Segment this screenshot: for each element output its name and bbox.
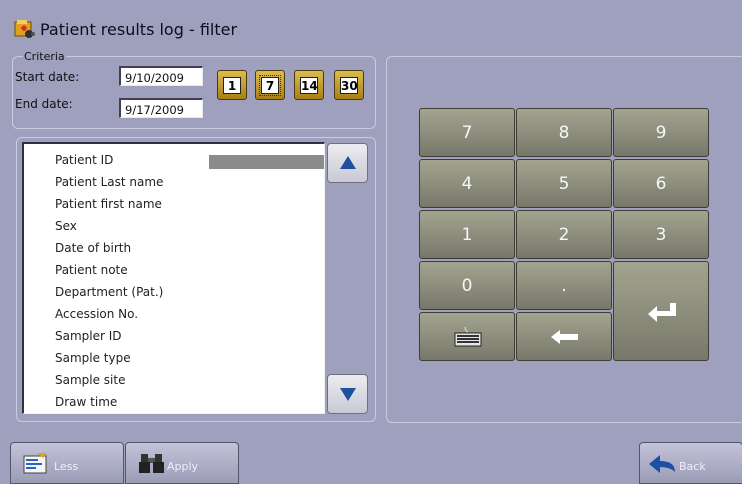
- list-item[interactable]: Patient first name: [55, 197, 162, 211]
- key-9[interactable]: 9: [613, 108, 709, 157]
- range-7-day-label: 7: [259, 75, 281, 96]
- arrow-down-icon: [340, 388, 356, 401]
- key-6[interactable]: 6: [613, 159, 709, 208]
- keyboard-button[interactable]: [419, 312, 515, 361]
- apply-button[interactable]: Apply: [125, 442, 239, 484]
- back-button[interactable]: Back: [639, 442, 742, 484]
- back-label: Back: [679, 460, 706, 473]
- range-1-day-button[interactable]: 1: [217, 70, 247, 100]
- scroll-down-button[interactable]: [327, 374, 368, 414]
- key-0[interactable]: 0: [419, 261, 515, 310]
- arrow-up-icon: [340, 156, 356, 169]
- list-item[interactable]: Sample site: [55, 373, 125, 387]
- list-item[interactable]: Accession No.: [55, 307, 138, 321]
- list-item[interactable]: Patient ID: [55, 153, 113, 167]
- range-7-day-button[interactable]: 7: [255, 70, 285, 100]
- list-item[interactable]: Sampler ID: [55, 329, 122, 343]
- keyboard-icon: [454, 326, 482, 347]
- range-1-day-label: 1: [223, 77, 241, 94]
- key-7[interactable]: 7: [419, 108, 515, 157]
- range-14-day-button[interactable]: 14: [294, 70, 324, 100]
- less-label: Less: [54, 460, 79, 473]
- list-item[interactable]: Date of birth: [55, 241, 131, 255]
- patient-id-value-bar[interactable]: [209, 155, 324, 169]
- enter-button[interactable]: [613, 261, 709, 361]
- key-4[interactable]: 4: [419, 159, 515, 208]
- range-30-day-label: 30: [340, 77, 358, 94]
- field-list[interactable]: Patient ID Patient Last name Patient fir…: [22, 142, 325, 414]
- back-arrow-icon: [649, 455, 675, 473]
- key-decimal[interactable]: .: [516, 261, 612, 310]
- less-filter-icon: [23, 453, 47, 474]
- scroll-up-button[interactable]: [327, 143, 368, 183]
- less-button[interactable]: Less: [10, 442, 124, 484]
- title-bar: Patient results log - filter: [0, 0, 742, 42]
- start-date-field[interactable]: 9/10/2009: [119, 66, 203, 86]
- end-date-field[interactable]: 9/17/2009: [119, 98, 203, 118]
- list-item[interactable]: Patient note: [55, 263, 128, 277]
- key-8[interactable]: 8: [516, 108, 612, 157]
- key-1[interactable]: 1: [419, 210, 515, 259]
- backspace-button[interactable]: [516, 312, 612, 361]
- window-title: Patient results log - filter: [40, 20, 238, 39]
- range-30-day-button[interactable]: 30: [334, 70, 364, 100]
- list-item[interactable]: Sex: [55, 219, 77, 233]
- criteria-legend: Criteria: [23, 50, 66, 63]
- key-2[interactable]: 2: [516, 210, 612, 259]
- list-item[interactable]: Patient Last name: [55, 175, 163, 189]
- list-item[interactable]: Department (Pat.): [55, 285, 163, 299]
- patient-log-icon: [14, 20, 35, 38]
- range-14-day-label: 14: [300, 77, 318, 94]
- backspace-arrow-icon: [551, 330, 578, 344]
- start-date-label: Start date:: [15, 70, 80, 84]
- end-date-label: End date:: [15, 97, 73, 111]
- key-5[interactable]: 5: [516, 159, 612, 208]
- enter-icon: [648, 303, 676, 322]
- list-item[interactable]: Sample type: [55, 351, 131, 365]
- apply-label: Apply: [167, 460, 199, 473]
- list-item[interactable]: Draw time: [55, 395, 117, 409]
- binoculars-icon: [139, 454, 164, 473]
- key-3[interactable]: 3: [613, 210, 709, 259]
